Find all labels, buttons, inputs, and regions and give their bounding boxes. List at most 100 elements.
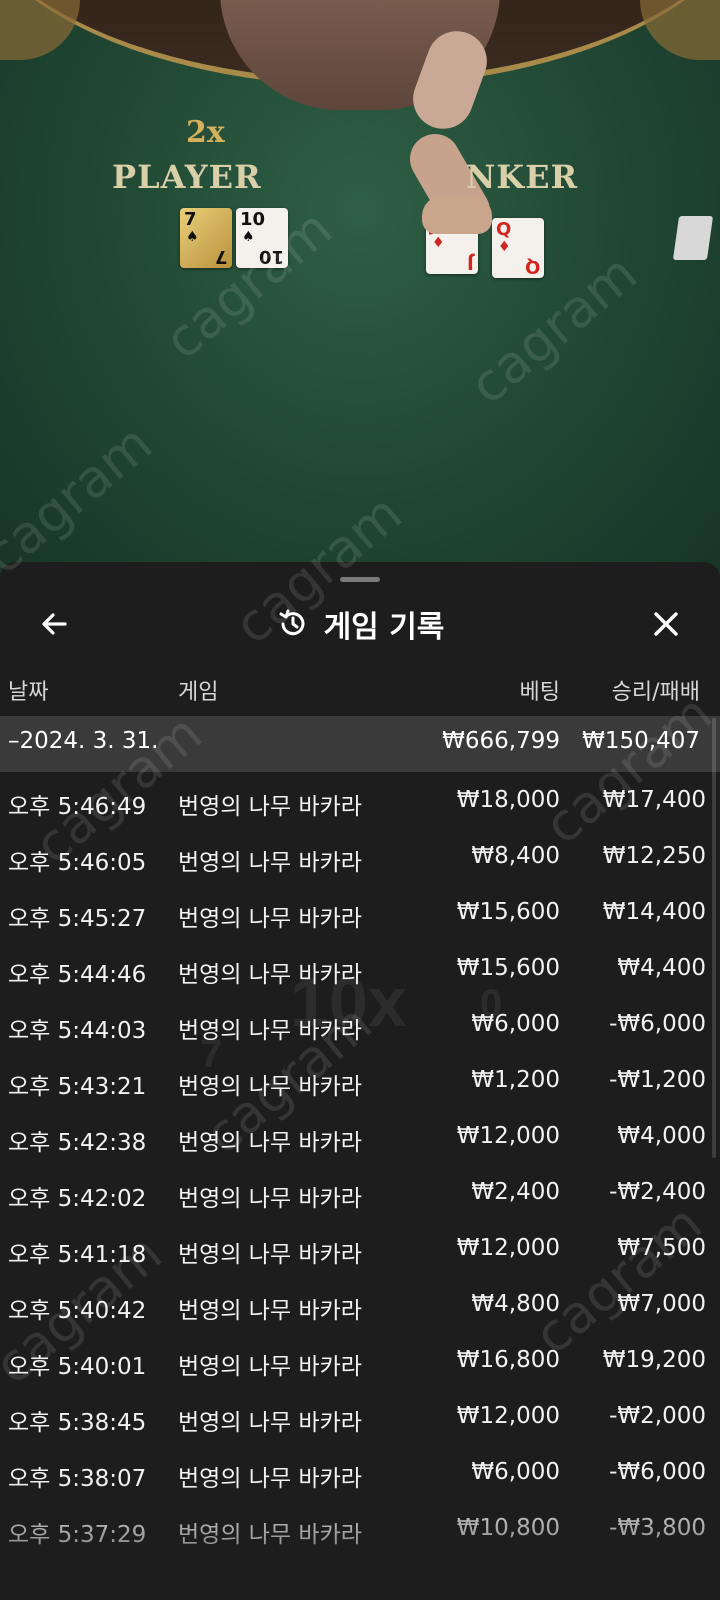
- history-row[interactable]: 오후 5:40:01 번영의 나무 바카라 ₩16,800 ₩19,200: [0, 1332, 720, 1388]
- date-summary-row[interactable]: –2024. 3. 31. ₩666,799 ₩150,407: [0, 716, 720, 772]
- card-shoe: [672, 216, 714, 260]
- history-row[interactable]: 오후 5:42:02 번영의 나무 바카라 ₩2,400 -₩2,400: [0, 1164, 720, 1220]
- row-game: 번영의 나무 바카라: [178, 1130, 362, 1156]
- row-time: 오후 5:37:29: [8, 1522, 147, 1548]
- column-header-bet[interactable]: 베팅: [520, 674, 560, 706]
- card-rank: 10: [258, 246, 284, 267]
- row-time: 오후 5:42:38: [8, 1130, 147, 1156]
- row-result: -₩3,800: [609, 1515, 706, 1541]
- row-result: ₩19,200: [602, 1347, 706, 1373]
- row-game: 번영의 나무 바카라: [178, 962, 362, 988]
- player-card: 7 ♠ 7: [180, 208, 232, 268]
- row-game: 번영의 나무 바카라: [178, 794, 362, 820]
- row-bet: ₩8,400: [471, 843, 560, 869]
- sheet-title-group: 게임 기록: [0, 592, 720, 656]
- row-result: ₩14,400: [602, 899, 706, 925]
- row-result: -₩2,400: [609, 1179, 706, 1205]
- row-result: -₩2,000: [609, 1403, 706, 1429]
- row-result: ₩17,400: [602, 787, 706, 813]
- diamond-icon: ♦: [432, 235, 445, 251]
- summary-bet-total: ₩666,799: [442, 728, 560, 754]
- row-time: 오후 5:38:07: [8, 1466, 147, 1492]
- player-card: 10 ♠ 10: [236, 208, 288, 268]
- row-bet: ₩18,000: [456, 787, 560, 813]
- history-row[interactable]: 오후 5:38:45 번영의 나무 바카라 ₩12,000 -₩2,000: [0, 1388, 720, 1444]
- row-result: -₩6,000: [609, 1011, 706, 1037]
- column-header-game[interactable]: 게임: [178, 674, 218, 706]
- table-ornament-right: [640, 0, 720, 60]
- row-time: 오후 5:46:05: [8, 850, 147, 876]
- banker-card: Q ♦ Q: [492, 218, 544, 278]
- column-header-result[interactable]: 승리/패배: [612, 674, 700, 706]
- summary-result-total: ₩150,407: [582, 728, 700, 754]
- arrow-left-icon: [42, 613, 67, 635]
- row-bet: ₩6,000: [471, 1459, 560, 1485]
- drag-handle[interactable]: [340, 577, 380, 582]
- history-row[interactable]: 오후 5:41:18 번영의 나무 바카라 ₩12,000 ₩7,500: [0, 1220, 720, 1276]
- row-game: 번영의 나무 바카라: [178, 850, 362, 876]
- row-time: 오후 5:38:45: [8, 1410, 147, 1436]
- row-bet: ₩12,000: [456, 1235, 560, 1261]
- row-result: ₩7,000: [617, 1291, 706, 1317]
- row-game: 번영의 나무 바카라: [178, 1186, 362, 1212]
- card-rank: 10: [240, 209, 266, 230]
- spade-icon: ♠: [242, 229, 255, 245]
- player-label: PLAYER: [112, 158, 262, 196]
- history-row[interactable]: 오후 5:45:27 번영의 나무 바카라 ₩15,600 ₩14,400: [0, 884, 720, 940]
- summary-date: –2024. 3. 31.: [8, 728, 159, 754]
- row-result: -₩1,200: [609, 1067, 706, 1093]
- row-bet: ₩4,800: [471, 1291, 560, 1317]
- row-game: 번영의 나무 바카라: [178, 1074, 362, 1100]
- row-result: ₩4,400: [617, 955, 706, 981]
- card-rank: Q: [524, 256, 540, 277]
- history-row[interactable]: 오후 5:37:29 번영의 나무 바카라 ₩10,800 -₩3,800: [0, 1500, 720, 1556]
- sheet-title: 게임 기록: [323, 610, 445, 645]
- row-game: 번영의 나무 바카라: [178, 1242, 362, 1268]
- history-row[interactable]: 오후 5:40:42 번영의 나무 바카라 ₩4,800 ₩7,000: [0, 1276, 720, 1332]
- row-time: 오후 5:44:46: [8, 962, 147, 988]
- row-game: 번영의 나무 바카라: [178, 1018, 362, 1044]
- row-time: 오후 5:43:21: [8, 1074, 147, 1100]
- row-bet: ₩6,000: [471, 1011, 560, 1037]
- dealer-hand: [422, 196, 492, 234]
- scrollbar[interactable]: [712, 718, 716, 1158]
- history-row[interactable]: 오후 5:46:49 번영의 나무 바카라 ₩18,000 ₩17,400: [0, 772, 720, 828]
- card-rank: 7: [184, 209, 197, 230]
- history-list: 오후 5:46:49 번영의 나무 바카라 ₩18,000 ₩17,400 오후…: [0, 772, 720, 1556]
- history-row[interactable]: 오후 5:43:21 번영의 나무 바카라 ₩1,200 -₩1,200: [0, 1052, 720, 1108]
- row-result: ₩4,000: [617, 1123, 706, 1149]
- row-time: 오후 5:44:03: [8, 1018, 147, 1044]
- history-row[interactable]: 오후 5:42:38 번영의 나무 바카라 ₩12,000 ₩4,000: [0, 1108, 720, 1164]
- back-button[interactable]: [30, 600, 78, 648]
- row-bet: ₩15,600: [456, 955, 560, 981]
- row-time: 오후 5:46:49: [8, 794, 147, 820]
- row-bet: ₩1,200: [471, 1067, 560, 1093]
- row-result: ₩7,500: [617, 1235, 706, 1261]
- row-game: 번영의 나무 바카라: [178, 906, 362, 932]
- close-icon: [654, 612, 678, 636]
- row-result: ₩12,250: [602, 843, 706, 869]
- row-time: 오후 5:40:42: [8, 1298, 147, 1324]
- history-row[interactable]: 오후 5:44:46 번영의 나무 바카라 ₩15,600 ₩4,400: [0, 940, 720, 996]
- spade-icon: ♠: [186, 229, 199, 245]
- row-result: -₩6,000: [609, 1459, 706, 1485]
- row-bet: ₩10,800: [456, 1515, 560, 1541]
- game-history-sheet: 10x 7 0 게임 기록 날짜 게임 베팅 승리/패배 –2024. 3. 3…: [0, 562, 720, 1600]
- card-rank: Q: [496, 219, 512, 240]
- history-row[interactable]: 오후 5:38:07 번영의 나무 바카라 ₩6,000 -₩6,000: [0, 1444, 720, 1500]
- close-button[interactable]: [642, 600, 690, 648]
- history-row[interactable]: 오후 5:44:03 번영의 나무 바카라 ₩6,000 -₩6,000: [0, 996, 720, 1052]
- row-game: 번영의 나무 바카라: [178, 1522, 362, 1548]
- diamond-icon: ♦: [498, 239, 511, 255]
- row-time: 오후 5:42:02: [8, 1186, 147, 1212]
- live-table-view: 2x PLAYER NKER 7 ♠ 7 10 ♠ 10 J ♦ J Q ♦ Q: [0, 0, 720, 600]
- row-time: 오후 5:41:18: [8, 1242, 147, 1268]
- row-bet: ₩2,400: [471, 1179, 560, 1205]
- row-bet: ₩16,800: [456, 1347, 560, 1373]
- card-rank: J: [467, 252, 474, 273]
- card-rank: 7: [215, 246, 228, 267]
- history-row[interactable]: 오후 5:46:05 번영의 나무 바카라 ₩8,400 ₩12,250: [0, 828, 720, 884]
- row-game: 번영의 나무 바카라: [178, 1410, 362, 1436]
- column-header-date[interactable]: 날짜: [8, 674, 48, 706]
- table-ornament-left: [0, 0, 80, 60]
